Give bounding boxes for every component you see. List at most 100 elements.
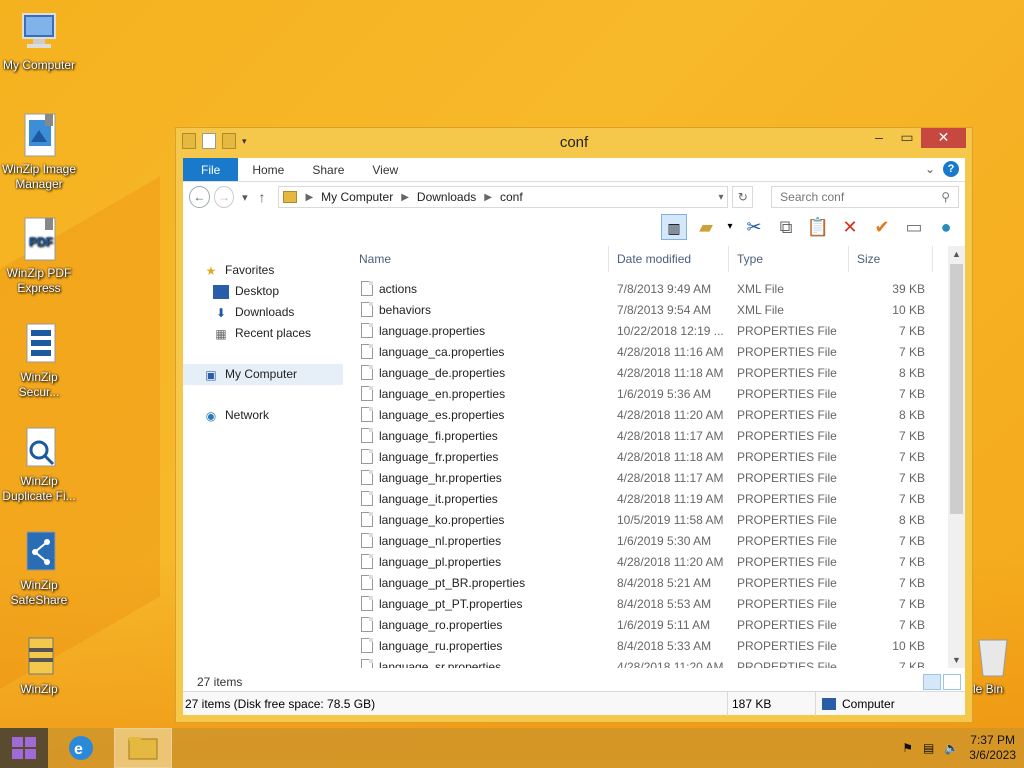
file-row[interactable]: language_it.properties 4/28/2018 11:19 AM…	[351, 488, 965, 509]
network-status-icon[interactable]: ▤	[923, 741, 934, 755]
breadcrumb-conf[interactable]: conf	[500, 190, 523, 204]
tab-view[interactable]: View	[358, 158, 412, 181]
tab-share[interactable]: Share	[298, 158, 358, 181]
details-view-icon[interactable]	[923, 674, 941, 690]
recent-locations-chevron-icon[interactable]: ▾	[238, 191, 251, 204]
column-header-size[interactable]: Size	[849, 246, 933, 272]
file-row[interactable]: language_fr.properties 4/28/2018 11:18 AM…	[351, 446, 965, 467]
file-row[interactable]: language_ca.properties 4/28/2018 11:16 AM…	[351, 341, 965, 362]
taskbar-file-explorer[interactable]	[114, 728, 172, 768]
file-row[interactable]: language_es.properties 4/28/2018 11:20 AM…	[351, 404, 965, 425]
cut-icon[interactable]: ✂	[741, 214, 767, 240]
refresh-button[interactable]: ↻	[732, 186, 754, 208]
file-row[interactable]: language_hr.properties 4/28/2018 11:17 AM…	[351, 467, 965, 488]
file-date: 1/6/2019 5:30 AM	[617, 533, 712, 548]
nav-desktop[interactable]: Desktop	[183, 281, 343, 302]
title-bar[interactable]: ▾ conf – ▭ ✕	[176, 128, 972, 156]
clock[interactable]: 7:37 PM 3/6/2023	[969, 733, 1016, 763]
nav-favorites[interactable]: ★ Favorites	[183, 260, 343, 281]
file-type: PROPERTIES File	[737, 659, 837, 669]
file-name-cell: language_hr.properties	[351, 470, 609, 485]
checkmark-icon[interactable]: ✔	[869, 214, 895, 240]
minimize-button[interactable]: –	[865, 128, 893, 148]
file-date: 10/5/2019 11:58 AM	[617, 512, 724, 527]
chevron-down-icon[interactable]: ▾	[725, 214, 735, 240]
paste-icon[interactable]: 📋	[805, 214, 831, 240]
file-row[interactable]: language_fi.properties 4/28/2018 11:17 AM…	[351, 425, 965, 446]
desktop-icon-my-computer[interactable]: My Computer	[0, 8, 78, 73]
tab-home[interactable]: Home	[238, 158, 298, 181]
search-input[interactable]: Search conf ⚲	[771, 186, 959, 208]
desktop-icon-winzip-pdf-express[interactable]: PDF WinZip PDF Express	[0, 216, 78, 296]
file-type: PROPERTIES File	[737, 491, 837, 506]
scroll-down-icon[interactable]: ▼	[948, 652, 965, 668]
breadcrumb-downloads[interactable]: Downloads	[417, 190, 476, 204]
file-row[interactable]: language_pt_BR.properties 8/4/2018 5:21 A…	[351, 572, 965, 593]
expand-ribbon-icon[interactable]: ⌄	[925, 162, 935, 176]
maximize-button[interactable]: ▭	[893, 128, 921, 148]
winzip-duplicate-icon	[15, 424, 63, 472]
up-arrow-icon[interactable]: ↑	[255, 189, 268, 205]
address-bar[interactable]: ▶ My Computer ▶ Downloads ▶ conf ▾	[278, 186, 729, 208]
file-row[interactable]: behaviors 7/8/2013 9:54 AM XML File 10 KB	[351, 299, 965, 320]
nav-my-computer[interactable]: ▣ My Computer	[183, 364, 343, 385]
file-row[interactable]: language_sr.properties 4/28/2018 11:20 AM…	[351, 656, 965, 668]
nav-network[interactable]: ◉ Network	[183, 405, 343, 426]
copy-icon[interactable]: ⧉	[773, 214, 799, 240]
file-date: 4/28/2018 11:16 AM	[617, 344, 724, 359]
windows-logo-icon	[12, 737, 36, 759]
chevron-right-icon[interactable]: ▶	[305, 192, 313, 203]
file-date: 8/4/2018 5:21 AM	[617, 575, 712, 590]
svg-text:PDF: PDF	[29, 235, 53, 249]
globe-icon[interactable]: ●	[933, 214, 959, 240]
file-row[interactable]: actions 7/8/2013 9:49 AM XML File 39 KB	[351, 278, 965, 299]
tab-file[interactable]: File	[183, 158, 239, 181]
start-button[interactable]	[0, 728, 48, 768]
scroll-thumb[interactable]	[950, 264, 963, 514]
taskbar-internet-explorer[interactable]: e	[52, 728, 110, 768]
file-size: 7 KB	[898, 533, 925, 548]
column-header-type[interactable]: Type	[729, 246, 849, 272]
desktop-icon-winzip-safeshare[interactable]: WinZip SafeShare	[0, 528, 78, 608]
file-row[interactable]: language_nl.properties 1/6/2019 5:30 AM PR…	[351, 530, 965, 551]
forward-button[interactable]: →	[213, 186, 235, 208]
help-icon[interactable]: ?	[943, 161, 959, 177]
volume-icon[interactable]: 🔈	[944, 741, 959, 755]
file-icon	[361, 386, 373, 401]
column-header-name[interactable]: Name	[351, 246, 609, 272]
desktop-icon-winzip-duplicate[interactable]: WinZip Duplicate Fi...	[0, 424, 78, 504]
desktop-icon-winzip-image-manager[interactable]: WinZip Image Manager	[0, 112, 78, 192]
file-row[interactable]: language_pl.properties 4/28/2018 11:20 AM…	[351, 551, 965, 572]
rename-icon[interactable]: ▭	[901, 214, 927, 240]
preview-pane-icon[interactable]: ▥	[661, 214, 687, 240]
file-row[interactable]: language_ro.properties 1/6/2019 5:11 AM PR…	[351, 614, 965, 635]
file-size: 39 KB	[892, 281, 925, 296]
explorer-window[interactable]: ▾ conf – ▭ ✕ File Home Share View ⌄ ? ← …	[175, 127, 973, 723]
file-date: 4/28/2018 11:20 AM	[617, 659, 724, 669]
back-button[interactable]: ←	[189, 186, 210, 208]
scroll-up-icon[interactable]: ▲	[948, 246, 965, 262]
chevron-right-icon[interactable]: ▶	[401, 192, 409, 203]
flag-icon[interactable]: ⚑	[902, 741, 913, 755]
vertical-scrollbar[interactable]: ▲ ▼	[948, 246, 965, 668]
close-button[interactable]: ✕	[921, 128, 966, 148]
file-row[interactable]: language_en.properties 1/6/2019 5:36 AM PR…	[351, 383, 965, 404]
large-icons-view-icon[interactable]	[943, 674, 961, 690]
search-icon[interactable]: ⚲	[941, 190, 950, 204]
folder-properties-icon[interactable]: ▰	[693, 214, 719, 240]
column-header-date[interactable]: Date modified	[609, 246, 729, 272]
desktop-icon-winzip-secure[interactable]: WinZip Secur...	[0, 320, 78, 400]
desktop-icon-winzip[interactable]: WinZip	[0, 632, 78, 697]
nav-recent-places[interactable]: ▦ Recent places	[183, 323, 343, 344]
file-row[interactable]: language.properties 10/22/2018 12:19 ... P…	[351, 320, 965, 341]
file-row[interactable]: language_ru.properties 8/4/2018 5:33 AM PR…	[351, 635, 965, 656]
chevron-right-icon[interactable]: ▶	[484, 192, 492, 203]
file-type: PROPERTIES File	[737, 554, 837, 569]
breadcrumb-my-computer[interactable]: My Computer	[321, 190, 393, 204]
delete-icon[interactable]: ✕	[837, 214, 863, 240]
file-row[interactable]: language_pt_PT.properties 8/4/2018 5:53 A…	[351, 593, 965, 614]
file-row[interactable]: language_de.properties 4/28/2018 11:18 AM…	[351, 362, 965, 383]
chevron-down-icon[interactable]: ▾	[718, 192, 723, 203]
nav-downloads[interactable]: ⬇ Downloads	[183, 302, 343, 323]
file-row[interactable]: language_ko.properties 10/5/2019 11:58 AM…	[351, 509, 965, 530]
